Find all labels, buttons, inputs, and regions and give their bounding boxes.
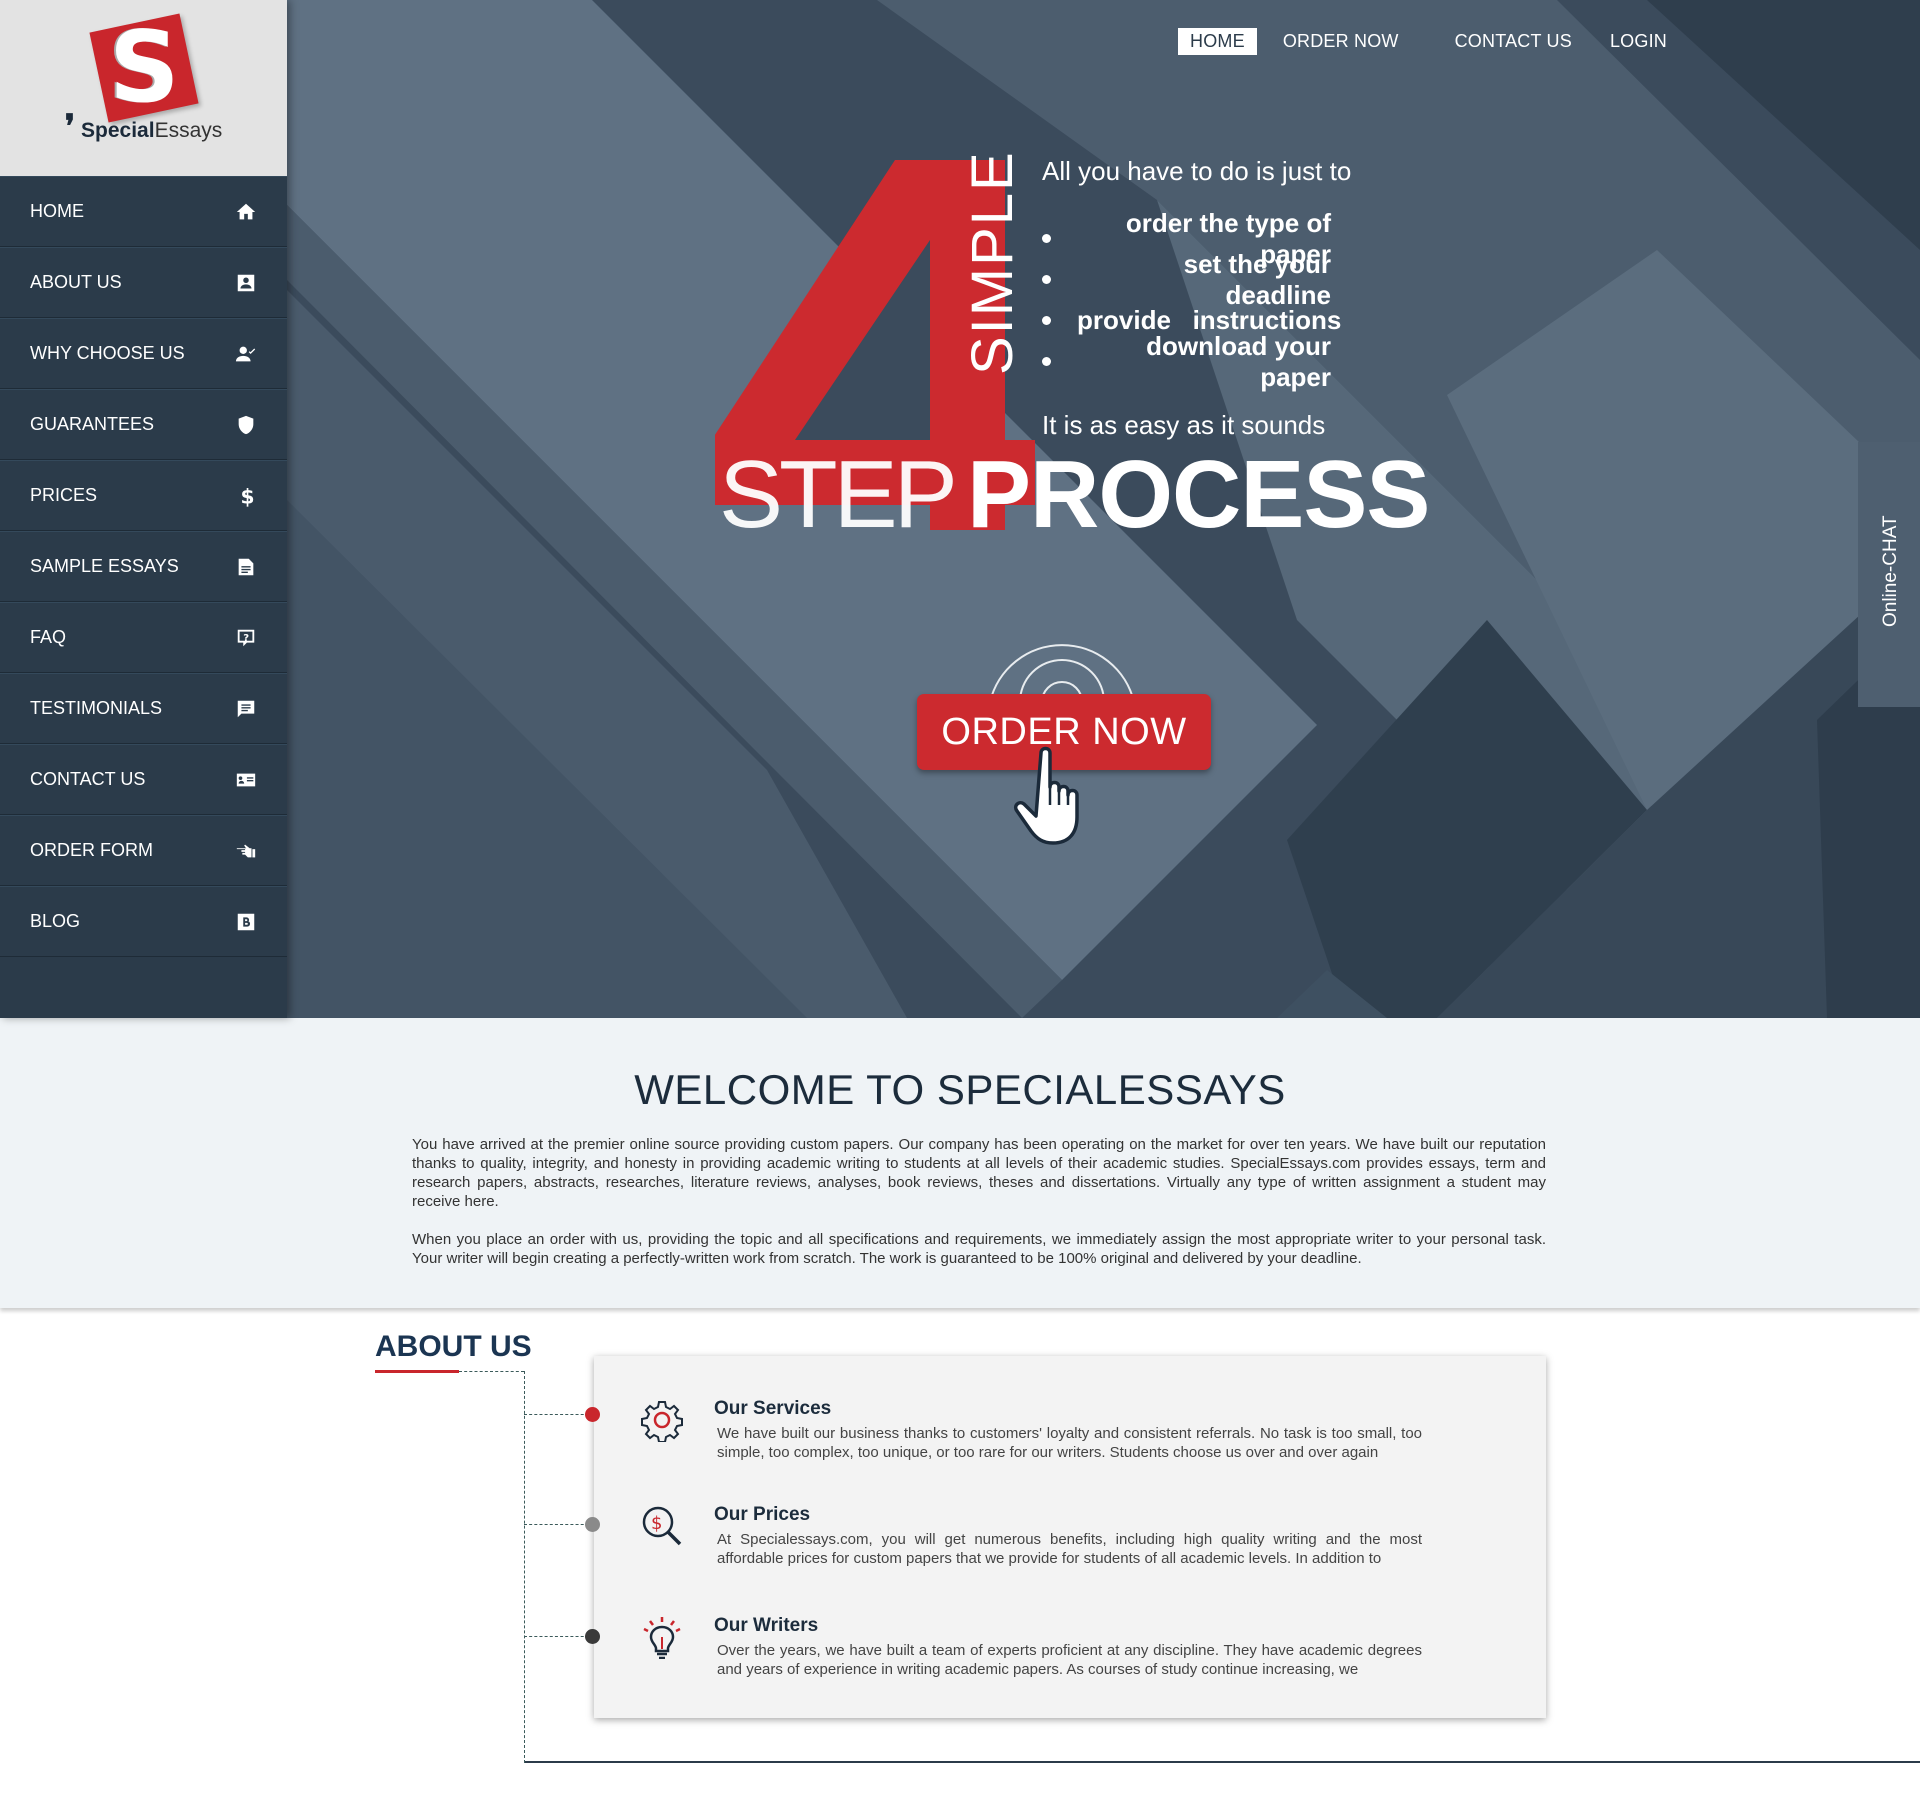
simple-word: SIMPLE	[960, 150, 1025, 375]
topnav-contact-us[interactable]: CONTACT US	[1443, 28, 1584, 55]
question-icon: ?	[237, 629, 255, 646]
timeline-line	[524, 1371, 525, 1763]
gear-icon	[641, 1401, 683, 1442]
sidebar-item-label: ORDER FORM	[30, 840, 153, 860]
list-item: download your paper	[1042, 331, 1331, 392]
topnav-order-now[interactable]: ORDER NOW	[1271, 28, 1411, 55]
magnifier-dollar-icon: $	[642, 1506, 682, 1546]
svg-text:$: $	[651, 1513, 662, 1534]
sidebar-item-faq[interactable]: FAQ ?	[0, 602, 287, 673]
welcome-body: You have arrived at the premier online s…	[412, 1135, 1546, 1287]
sidebar-item-about-us[interactable]: ABOUT US	[0, 247, 287, 318]
top-navigation: HOME ORDER NOW CONTACT US LOGIN	[1178, 28, 1693, 55]
dollar-icon: $	[241, 485, 255, 507]
about-item-title: Our Prices	[714, 1504, 811, 1525]
timeline-dot	[585, 1517, 600, 1532]
about-item-text: At Specialessays.com, you will get numer…	[717, 1531, 1422, 1567]
sidebar-item-guarantees[interactable]: GUARANTEES	[0, 389, 287, 460]
sidebar-item-label: HOME	[30, 201, 84, 221]
step-word: STEP	[719, 441, 958, 548]
lightbulb-icon	[643, 1617, 681, 1659]
about-item-title: Our Writers	[714, 1615, 819, 1636]
topnav-home[interactable]: HOME	[1178, 28, 1257, 55]
pointing-hand-icon	[236, 844, 256, 857]
section-divider	[525, 1761, 1920, 1763]
welcome-paragraph: You have arrived at the premier online s…	[412, 1136, 1546, 1210]
about-title-underline	[375, 1370, 459, 1373]
sidebar-item-label: CONTACT US	[30, 769, 146, 789]
sidebar-item-label: BLOG	[30, 911, 81, 931]
sidebar-item-order-form[interactable]: ORDER FORM	[0, 815, 287, 886]
timeline-connector	[459, 1371, 524, 1372]
online-chat-label: Online-CHAT	[1880, 515, 1901, 627]
sidebar-item-sample-essays[interactable]: SAMPLE ESSAYS	[0, 531, 287, 602]
timeline-connector	[524, 1636, 594, 1637]
about-item-text: Over the years, we have built a team of …	[717, 1642, 1422, 1678]
page: S ❜ Special Essays HOME ABOUT US WHY CHOOS…	[0, 0, 1920, 1800]
sidebar-item-label: PRICES	[30, 485, 98, 505]
hero-intro: All you have to do is just to	[1042, 156, 1352, 186]
hero-banner: HOME ORDER NOW CONTACT US LOGIN SIMPLE S…	[287, 0, 1920, 1018]
about-item-text: We have built our business thanks to cus…	[717, 1425, 1422, 1461]
welcome-paragraph: When you place an order with us, providi…	[412, 1231, 1546, 1267]
about-title: ABOUT US	[375, 1330, 532, 1363]
id-card-icon	[236, 773, 256, 786]
document-icon	[238, 558, 254, 575]
sidebar-item-why-choose-us[interactable]: WHY CHOOSE US	[0, 318, 287, 389]
user-check-icon	[235, 346, 256, 361]
svg-text:?: ?	[243, 632, 249, 643]
shield-icon	[238, 415, 254, 434]
svg-text:$: $	[241, 485, 255, 507]
welcome-section: WELCOME TO SPECIALESSAYS You have arrive…	[0, 1018, 1920, 1308]
timeline-dot	[585, 1629, 600, 1644]
pointer-hand-icon	[1013, 746, 1079, 845]
online-chat-tab[interactable]: Online-CHAT	[1858, 442, 1920, 707]
sidebar-item-label: SAMPLE ESSAYS	[30, 556, 179, 576]
sidebar-item-label: ABOUT US	[30, 272, 122, 292]
contact-card-icon	[237, 274, 255, 291]
blog-icon	[237, 913, 255, 930]
sidebar-item-label: WHY CHOOSE US	[30, 343, 185, 363]
list-item: set the your deadline	[1042, 249, 1331, 310]
logo[interactable]: S ❜ Special Essays	[0, 0, 287, 176]
sidebar-item-home[interactable]: HOME	[0, 176, 287, 247]
comment-icon	[237, 700, 255, 717]
topnav-login[interactable]: LOGIN	[1598, 28, 1679, 55]
timeline-connector	[524, 1414, 594, 1415]
sidebar-item-blog[interactable]: BLOG	[0, 886, 287, 957]
sidebar-item-prices[interactable]: PRICES $	[0, 460, 287, 531]
hero-headline: SIMPLE STEP PROCESS All you have to do i…	[287, 0, 1920, 1018]
sidebar-item-label: TESTIMONIALS	[30, 698, 163, 718]
hero-cta: ORDER NOW	[917, 630, 1217, 860]
timeline-dot	[585, 1407, 600, 1422]
timeline-connector	[524, 1524, 594, 1525]
process-word: PROCESS	[967, 441, 1430, 548]
logo-mark: S	[88, 11, 199, 125]
sidebar-item-testimonials[interactable]: TESTIMONIALS	[0, 673, 287, 744]
hero-tagline: It is as easy as it sounds	[1042, 410, 1326, 440]
sidebar-item-label: FAQ	[30, 627, 67, 647]
sidebar-item-contact-us[interactable]: CONTACT US	[0, 744, 287, 815]
about-card: Our Services We have built our business …	[594, 1356, 1546, 1718]
sidebar: S ❜ Special Essays HOME ABOUT US WHY CHOOS…	[0, 0, 287, 1018]
steps-list: order the type of paper set the your dea…	[1042, 208, 1341, 392]
welcome-title: WELCOME TO SPECIALESSAYS	[634, 1066, 1286, 1113]
home-icon	[236, 203, 256, 219]
about-item-title: Our Services	[714, 1398, 832, 1419]
sidebar-item-label: GUARANTEES	[30, 414, 155, 434]
